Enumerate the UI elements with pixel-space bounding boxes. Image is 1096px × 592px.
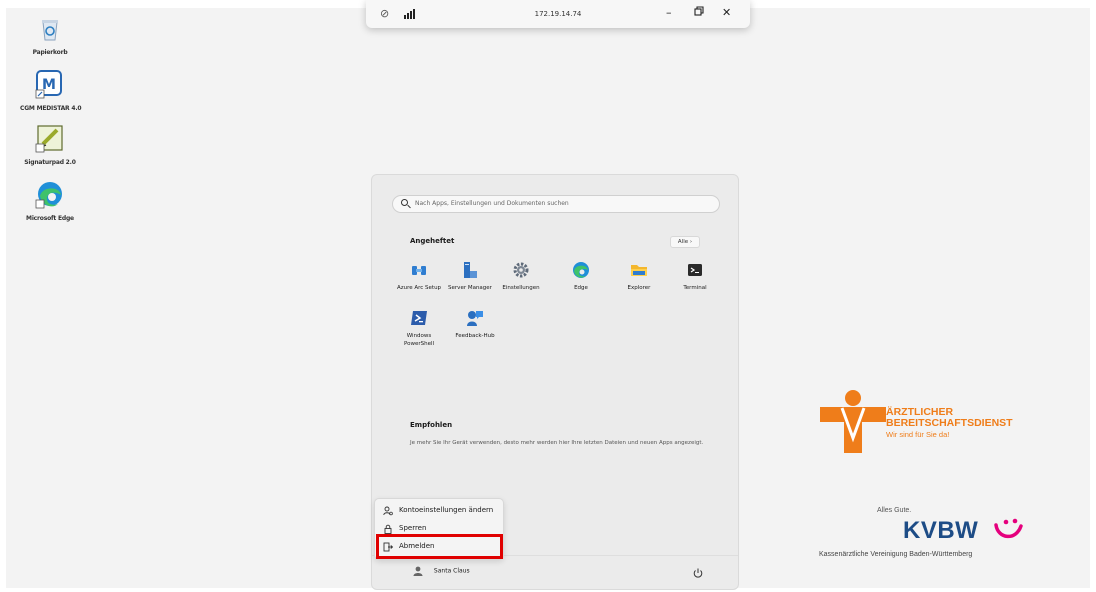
power-button[interactable] — [692, 564, 704, 578]
user-account-button[interactable]: Santa Claus — [412, 565, 470, 577]
folder-icon — [630, 261, 648, 279]
user-name: Santa Claus — [433, 567, 470, 575]
search-icon — [401, 199, 408, 206]
desktop-icon-label: Papierkorb — [32, 49, 68, 56]
pinned-app-edge[interactable]: Edge — [556, 261, 606, 292]
restore-button[interactable] — [694, 6, 704, 19]
search-input[interactable]: Nach Apps, Einstellungen und Dokumenten … — [392, 195, 720, 213]
app-label: Einstellungen — [502, 285, 540, 291]
menu-item-label: Kontoeinstellungen ändern — [399, 506, 494, 514]
lock-icon — [383, 523, 393, 534]
user-avatar-icon — [412, 565, 424, 577]
app-label: Feedback-Hub — [455, 333, 495, 339]
signature-icon — [33, 122, 67, 156]
kvbw-full-name: Kassenärztliche Vereinigung Baden-Württe… — [819, 551, 973, 558]
feedback-hub-icon — [466, 309, 484, 327]
recycle-bin-icon — [33, 12, 67, 46]
pinned-app-explorer[interactable]: Explorer — [614, 261, 664, 292]
terminal-icon — [686, 261, 704, 279]
kvbw-greeting: Alles Gute. — [877, 507, 912, 514]
desktop-icon-label: CGM MEDISTAR 4.0 — [20, 105, 82, 112]
app-label: Terminal — [683, 285, 707, 291]
account-settings-menu-item[interactable]: Kontoeinstellungen ändern — [375, 501, 505, 519]
power-icon — [693, 568, 703, 578]
menu-item-label: Sperren — [399, 524, 427, 532]
edge-icon — [572, 261, 590, 279]
powershell-icon — [410, 309, 428, 327]
desktop-icon-medistar[interactable]: M CGM MEDISTAR 4.0 — [20, 68, 82, 112]
app-label: Azure Arc Setup — [396, 285, 442, 291]
edge-icon — [33, 178, 67, 212]
restore-icon — [694, 6, 704, 16]
pinned-title: Angeheftet — [410, 237, 455, 245]
rdp-host-ip: 172.19.14.74 — [534, 10, 582, 18]
app-label: Server Manager — [448, 285, 492, 291]
pinned-app-powershell[interactable]: Windows PowerShell — [394, 309, 444, 348]
pinned-app-terminal[interactable]: Terminal — [670, 261, 720, 292]
medistar-icon: M — [33, 68, 67, 102]
recommended-title: Empfohlen — [410, 421, 453, 429]
app-label: Windows PowerShell — [403, 333, 435, 347]
desktop-icon-edge[interactable]: Microsoft Edge — [20, 178, 80, 222]
recommended-text: Je mehr Sie Ihr Gerät verwenden, desto m… — [410, 440, 704, 446]
aed-line-2: BEREITSCHAFTSDIENST — [886, 417, 1013, 429]
desktop-icon-recycle-bin[interactable]: Papierkorb — [20, 12, 80, 56]
desktop-icon-label: Signaturpad 2.0 — [24, 159, 76, 166]
aed-slogan: Wir sind für Sie da! — [886, 430, 950, 439]
kvbw-smile-icon — [994, 518, 1023, 539]
kvbw-logo-text: KVBW — [903, 517, 979, 544]
pinned-app-feedback-hub[interactable]: Feedback-Hub — [450, 309, 500, 340]
close-button[interactable]: ✕ — [722, 6, 731, 19]
search-placeholder: Nach Apps, Einstellungen und Dokumenten … — [415, 200, 569, 207]
pinned-app-azure-arc[interactable]: Azure Arc Setup — [394, 261, 444, 292]
desktop-icon-signaturpad[interactable]: Signaturpad 2.0 — [20, 122, 80, 166]
desktop-icon-label: Microsoft Edge — [26, 215, 74, 222]
account-settings-icon — [383, 505, 393, 516]
rdp-connection-bar: ⊘ 172.19.14.74 – ✕ — [366, 0, 750, 28]
app-label: Explorer — [627, 285, 651, 291]
pinned-app-settings[interactable]: Einstellungen — [496, 261, 546, 292]
server-manager-icon — [461, 261, 479, 279]
azure-arc-icon — [410, 261, 428, 279]
app-label: Edge — [574, 285, 588, 291]
aed-logo-text: ÄRZTLICHER BEREITSCHAFTSDIENST Wir sind … — [886, 407, 1013, 440]
minimize-button[interactable]: – — [666, 6, 672, 19]
frame-left — [0, 0, 6, 592]
pinned-app-server-manager[interactable]: Server Manager — [445, 261, 495, 292]
aed-logo-icon — [820, 390, 886, 453]
settings-gear-icon — [512, 261, 530, 279]
all-apps-button[interactable]: Alle › — [670, 236, 700, 248]
sign-out-highlight-box — [376, 534, 503, 559]
